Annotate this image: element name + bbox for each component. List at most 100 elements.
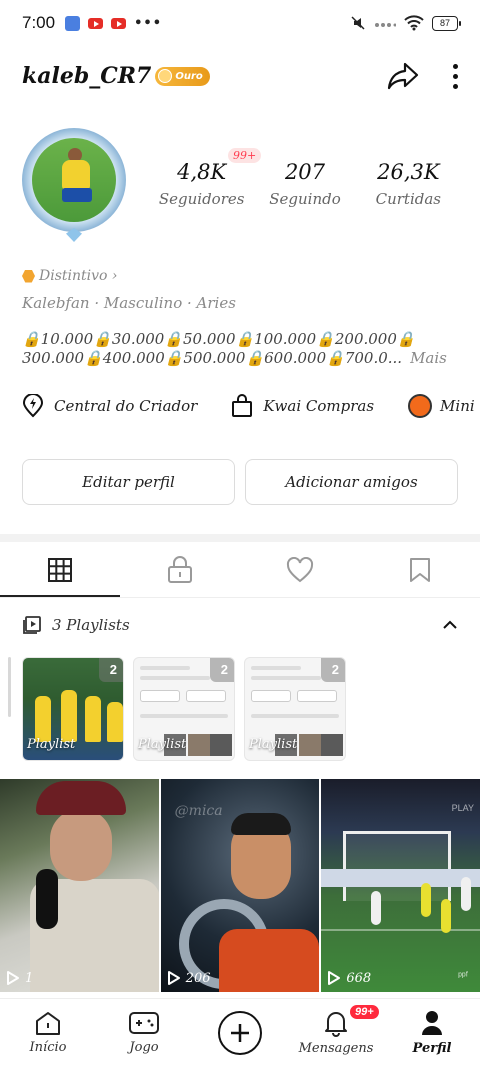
- wifi-icon: [404, 15, 424, 31]
- tier-badge-label: Ouro: [175, 70, 203, 82]
- edit-profile-button[interactable]: Editar perfil: [22, 459, 235, 505]
- play-count-value: 206: [185, 970, 211, 986]
- shortcuts-row: Central do Criador Kwai Compras Mini: [22, 394, 480, 418]
- youtube-notification-icon-2: [111, 17, 127, 29]
- playlist-label: Playlist: [249, 737, 298, 752]
- play-count: 206: [167, 970, 211, 986]
- play-icon: [328, 971, 341, 985]
- stat-likes[interactable]: 26,3K Curtidas: [357, 160, 460, 208]
- playlist-card[interactable]: 2 Playlist: [133, 657, 235, 761]
- stat-likes-label: Curtidas: [375, 190, 442, 208]
- profile-header: kaleb_CR7 Ouro: [22, 52, 458, 100]
- bio-line-1: 🔒10.000🔒30.000🔒50.000🔒100.000🔒200.000🔒: [22, 330, 416, 348]
- content-tabs: [0, 542, 480, 598]
- distintivo-link[interactable]: Distintivo ›: [22, 268, 118, 284]
- video-thumbnail[interactable]: PLAY ᵖᵖᶠ 668: [321, 779, 480, 992]
- nav-home-label: Início: [29, 1040, 67, 1055]
- distintivo-label: Distintivo ›: [39, 268, 118, 284]
- play-count-value: 668: [346, 970, 372, 986]
- playlist-item-count: 2: [331, 662, 339, 677]
- playlist-icon: [23, 616, 41, 634]
- lightning-pin-icon: [22, 394, 44, 418]
- avatar-photo: [32, 138, 116, 222]
- lock-icon: [168, 555, 192, 583]
- play-count-value: 1: [25, 970, 34, 986]
- stat-followers-value: 4,8K: [177, 160, 227, 184]
- playlist-item-count: 2: [220, 662, 228, 677]
- youtube-notification-icon: [88, 17, 104, 29]
- stat-followers-label: Seguidores: [158, 190, 245, 208]
- playlist-label: Playlist: [138, 737, 187, 752]
- stat-likes-value: 26,3K: [377, 160, 440, 184]
- coin-icon: [158, 69, 173, 83]
- section-divider: [0, 534, 480, 542]
- nav-game-label: Jogo: [129, 1040, 159, 1055]
- home-icon: [36, 1012, 60, 1035]
- video-thumbnail[interactable]: @mica 206: [160, 779, 320, 992]
- grid-icon: [48, 557, 72, 582]
- playlists-header[interactable]: 3 Playlists: [22, 606, 458, 644]
- profile-bio: 🔒10.000🔒30.000🔒50.000🔒100.000🔒200.000🔒 3…: [22, 330, 462, 368]
- nav-create[interactable]: [192, 999, 288, 1066]
- bio-line-2: 300.000🔒400.000🔒500.000🔒600.000🔒700.0...: [22, 349, 403, 367]
- playlist-card[interactable]: 2 Playlist: [244, 657, 346, 761]
- stat-following[interactable]: 207 Seguindo: [253, 160, 356, 208]
- plus-icon: [218, 1010, 262, 1055]
- profile-actions: Editar perfil Adicionar amigos: [22, 459, 458, 505]
- mini-shortcut[interactable]: Mini: [408, 394, 475, 418]
- nav-profile[interactable]: Perfil: [384, 999, 480, 1066]
- signal-icon: [375, 23, 396, 27]
- share-icon[interactable]: [387, 61, 419, 91]
- stat-followers[interactable]: 4,8K Seguidores 99+: [150, 148, 262, 208]
- stat-following-label: Seguindo: [269, 190, 341, 208]
- tab-saved[interactable]: [360, 542, 480, 597]
- person-icon: [422, 1011, 442, 1035]
- google-notification-icon: [65, 15, 81, 31]
- messages-badge: 99+: [348, 1003, 381, 1021]
- profile-stats: 4,8K Seguidores 99+ 207 Seguindo 26,3K C…: [150, 148, 460, 208]
- mute-icon: [351, 16, 365, 30]
- username: kaleb_CR7: [22, 63, 152, 89]
- add-friends-button[interactable]: Adicionar amigos: [245, 459, 458, 505]
- mini-label: Mini: [440, 397, 475, 415]
- nav-home[interactable]: Início: [0, 999, 96, 1066]
- playlist-label: Playlist: [27, 737, 76, 752]
- video-watermark: PLAY: [451, 803, 475, 813]
- profile-info-line: Kalebfan · Masculino · Aries: [22, 294, 236, 312]
- kwai-shop-shortcut[interactable]: Kwai Compras: [231, 394, 374, 418]
- playlist-card[interactable]: 2 Playlist: [22, 657, 124, 761]
- creator-center-shortcut[interactable]: Central do Criador: [22, 394, 197, 418]
- tab-liked[interactable]: [240, 542, 360, 597]
- status-time: 7:00: [22, 13, 56, 32]
- playlists-row: 2 Playlist 2 Playlist 2 Playlist: [8, 657, 480, 761]
- heart-icon: [286, 556, 314, 582]
- battery-indicator: 87: [432, 15, 461, 31]
- play-icon: [7, 971, 19, 985]
- playlist-scrollbar: [8, 657, 11, 717]
- play-count: 668: [327, 970, 371, 986]
- bio-more-link[interactable]: Mais: [410, 349, 447, 367]
- more-options-icon[interactable]: [453, 63, 458, 89]
- nav-messages[interactable]: 99+ Mensagens: [288, 999, 384, 1066]
- creator-center-label: Central do Criador: [54, 397, 198, 415]
- nav-profile-label: Perfil: [412, 1041, 452, 1056]
- playlists-count-label: 3 Playlists: [52, 616, 130, 634]
- tab-private[interactable]: [120, 542, 240, 597]
- gamepad-icon: [129, 1012, 159, 1034]
- chevron-up-icon[interactable]: [442, 620, 458, 630]
- kwai-shop-label: Kwai Compras: [263, 397, 375, 415]
- followers-notification-badge: 99+: [228, 148, 262, 163]
- video-thumbnail[interactable]: 1: [0, 779, 159, 992]
- bottom-navigation: Início Jogo 99+ Mensagens Perfil: [0, 998, 480, 1066]
- stat-following-value: 207: [284, 160, 326, 184]
- status-bar: 7:00 ••• 87: [0, 0, 480, 46]
- tab-videos[interactable]: [0, 542, 120, 597]
- tier-badge[interactable]: Ouro: [155, 66, 210, 86]
- nav-game[interactable]: Jogo: [96, 999, 192, 1066]
- bookmark-icon: [410, 557, 430, 582]
- nav-messages-label: Mensagens: [298, 1041, 374, 1056]
- avatar[interactable]: [22, 128, 126, 246]
- bell-icon: [325, 1012, 347, 1037]
- play-count: 1: [6, 970, 33, 986]
- video-grid: 1 @mica 206 PLAY ᵖᵖᶠ 668: [0, 779, 480, 992]
